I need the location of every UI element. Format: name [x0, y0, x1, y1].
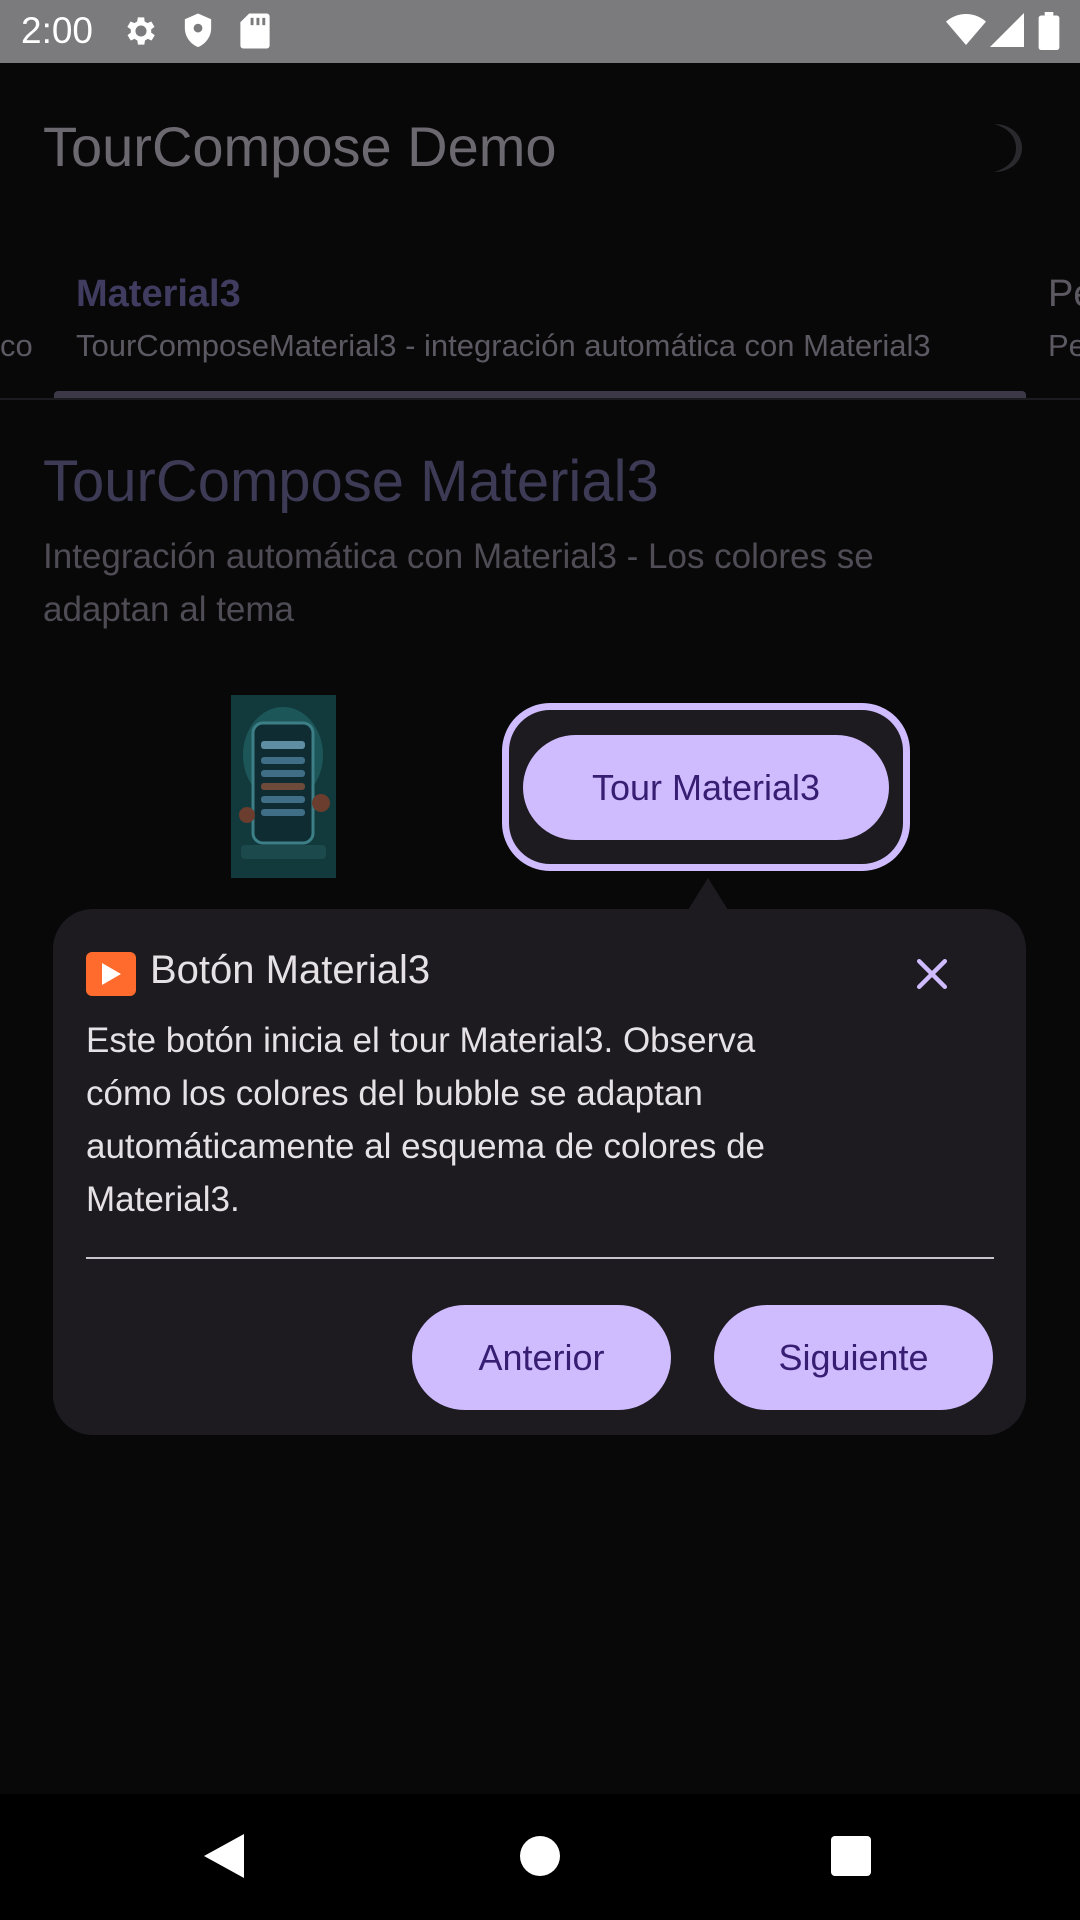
status-bar: 2:00 [0, 0, 1080, 63]
phone-illustration [231, 695, 336, 878]
close-icon[interactable] [910, 952, 954, 996]
wifi-icon [946, 14, 986, 45]
section-description: Integración automática con Material3 - L… [43, 537, 874, 629]
battery-icon [1038, 12, 1060, 50]
app-title: TourCompose Demo [43, 115, 557, 178]
recents-icon[interactable] [831, 1836, 871, 1876]
bubble-body: Este botón inicia el tour Material3. Obs… [86, 1021, 766, 1219]
status-time: 2:00 [21, 10, 94, 51]
section-title: TourCompose Material3 [43, 449, 659, 514]
play-button-icon [86, 952, 136, 996]
tab-material3-subtitle[interactable]: TourComposeMaterial3 - integración autom… [76, 328, 931, 364]
navigation-bar [0, 1794, 1080, 1920]
bubble-title: Botón Material3 [150, 948, 431, 992]
tab-divider [0, 398, 1080, 400]
previous-button[interactable]: Anterior [412, 1305, 671, 1410]
tab-material3-title[interactable]: Material3 [76, 273, 241, 316]
sd-card-icon [240, 13, 270, 49]
bubble-pointer [688, 878, 728, 910]
tab-previous-fragment[interactable]: co [0, 328, 33, 364]
tour-material3-button[interactable]: Tour Material3 [523, 735, 889, 840]
signal-icon [990, 13, 1024, 47]
shield-icon [184, 13, 212, 48]
back-icon[interactable] [204, 1834, 244, 1878]
home-icon[interactable] [520, 1836, 560, 1876]
settings-icon [127, 17, 155, 45]
tab-next-subtitle[interactable]: Pe [1048, 328, 1080, 364]
tab-next-title[interactable]: Pe [1048, 273, 1080, 316]
next-button[interactable]: Siguiente [714, 1305, 993, 1410]
bubble-divider [86, 1257, 994, 1259]
moon-icon[interactable] [988, 122, 1024, 174]
